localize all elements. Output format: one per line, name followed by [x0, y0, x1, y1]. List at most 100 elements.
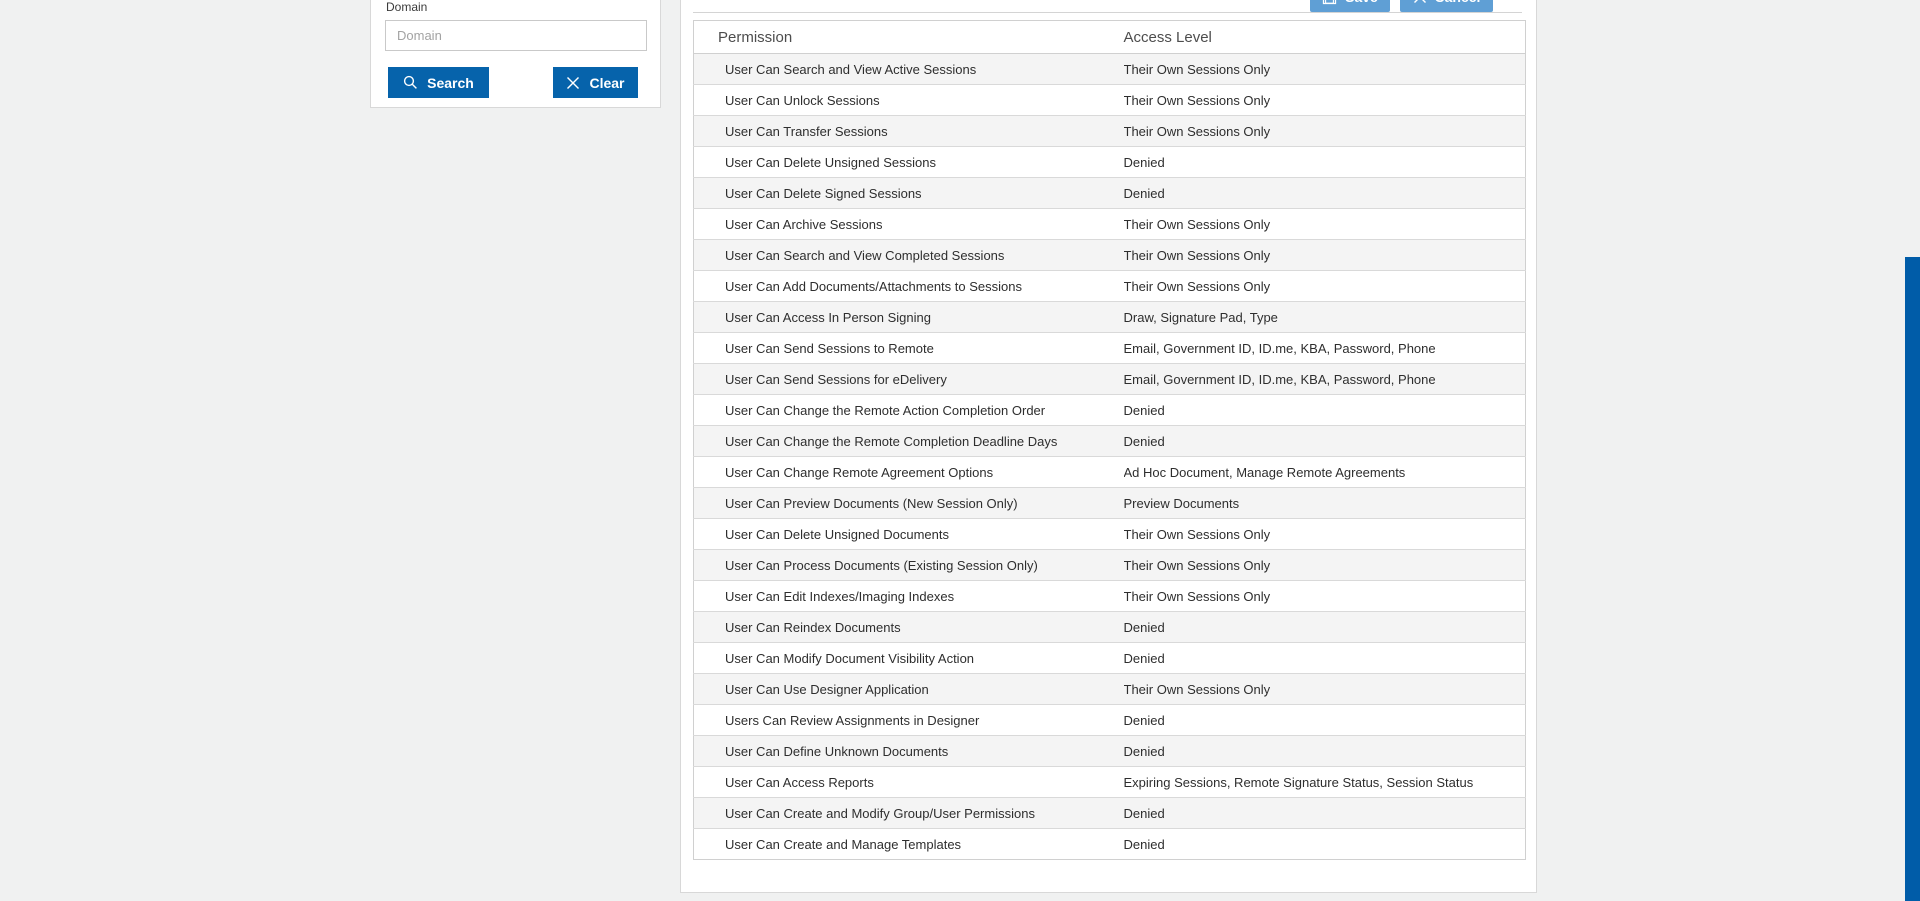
cancel-button-label: Cancel: [1435, 0, 1481, 5]
table-body: User Can Search and View Active Sessions…: [693, 53, 1526, 860]
access-level-cell: Their Own Sessions Only: [1123, 92, 1271, 108]
table-row[interactable]: User Can Process Documents (Existing Ses…: [693, 549, 1526, 581]
domain-input[interactable]: [385, 20, 647, 51]
table-row[interactable]: Users Can Review Assignments in Designer…: [693, 704, 1526, 736]
permission-cell: User Can Create and Modify Group/User Pe…: [725, 805, 1035, 821]
domain-filter-panel: Domain Search Clear: [370, 0, 661, 108]
permission-cell: User Can Unlock Sessions: [725, 92, 880, 108]
table-row[interactable]: User Can Delete Unsigned Documents Their…: [693, 518, 1526, 550]
access-level-cell: Their Own Sessions Only: [1123, 216, 1271, 232]
table-row[interactable]: User Can Transfer Sessions Their Own Ses…: [693, 115, 1526, 147]
save-button[interactable]: Save: [1310, 0, 1390, 12]
access-level-cell: Their Own Sessions Only: [1123, 681, 1271, 697]
table-header-row: Permission Access Level: [693, 20, 1526, 54]
permission-cell: User Can Change the Remote Action Comple…: [725, 402, 1046, 418]
table-row[interactable]: User Can Change the Remote Action Comple…: [693, 394, 1526, 426]
access-level-cell: Email, Government ID, ID.me, KBA, Passwo…: [1123, 371, 1436, 387]
clear-button-label: Clear: [589, 74, 625, 91]
access-level-cell: Denied: [1123, 433, 1165, 449]
permission-cell: User Can Search and View Completed Sessi…: [725, 247, 1005, 263]
cancel-x-icon: [1413, 0, 1427, 4]
table-row[interactable]: User Can Reindex Documents Denied: [693, 611, 1526, 643]
permission-cell: User Can Send Sessions to Remote: [725, 340, 934, 356]
access-level-cell: Expiring Sessions, Remote Signature Stat…: [1123, 774, 1474, 790]
access-level-cell: Draw, Signature Pad, Type: [1123, 309, 1278, 325]
table-row[interactable]: User Can Add Documents/Attachments to Se…: [693, 270, 1526, 302]
permission-cell: User Can Process Documents (Existing Ses…: [725, 557, 1038, 573]
permission-cell: User Can Access In Person Signing: [725, 309, 931, 325]
access-level-cell: Denied: [1123, 743, 1165, 759]
permissions-table: Permission Access Level User Can Search …: [693, 20, 1526, 860]
table-row[interactable]: User Can Delete Unsigned Sessions Denied: [693, 146, 1526, 178]
table-row[interactable]: User Can Search and View Active Sessions…: [693, 53, 1526, 85]
search-icon: [403, 75, 418, 90]
permission-cell: User Can Send Sessions for eDelivery: [725, 371, 947, 387]
save-floppy-icon: [1322, 0, 1337, 5]
permission-cell: User Can Reindex Documents: [725, 619, 901, 635]
access-level-cell: Their Own Sessions Only: [1123, 123, 1271, 139]
permission-cell: User Can Create and Manage Templates: [725, 836, 962, 852]
clear-x-icon: [566, 76, 580, 90]
permission-cell: User Can Modify Document Visibility Acti…: [725, 650, 975, 666]
access-level-cell: Denied: [1123, 712, 1165, 728]
table-row[interactable]: User Can Change Remote Agreement Options…: [693, 456, 1526, 488]
access-level-cell: Denied: [1123, 154, 1165, 170]
permission-cell: User Can Add Documents/Attachments to Se…: [725, 278, 1022, 294]
table-row[interactable]: User Can Access Reports Expiring Session…: [693, 766, 1526, 798]
access-level-cell: Denied: [1123, 402, 1165, 418]
table-row[interactable]: User Can Change the Remote Completion De…: [693, 425, 1526, 457]
clear-button[interactable]: Clear: [553, 67, 638, 98]
save-button-label: Save: [1345, 0, 1378, 5]
table-row[interactable]: User Can Send Sessions for eDelivery Ema…: [693, 363, 1526, 395]
search-button-label: Search: [427, 74, 474, 91]
access-level-cell: Their Own Sessions Only: [1123, 61, 1271, 77]
column-header-permission: Permission: [693, 20, 1124, 54]
domain-label: Domain: [386, 0, 428, 14]
access-level-cell: Preview Documents: [1123, 495, 1240, 511]
column-header-access-level: Access Level: [1123, 20, 1526, 54]
table-row[interactable]: User Can Search and View Completed Sessi…: [693, 239, 1526, 271]
scrollbar-thumb[interactable]: [1905, 257, 1920, 901]
access-level-cell: Denied: [1123, 650, 1165, 666]
table-row[interactable]: User Can Preview Documents (New Session …: [693, 487, 1526, 519]
cancel-button[interactable]: Cancel: [1400, 0, 1493, 12]
permissions-panel: Save Cancel Permission Access Level User…: [680, 0, 1537, 893]
permission-cell: User Can Delete Unsigned Documents: [725, 526, 949, 542]
table-row[interactable]: User Can Create and Modify Group/User Pe…: [693, 797, 1526, 829]
permission-cell: User Can Archive Sessions: [725, 216, 883, 232]
search-button[interactable]: Search: [388, 67, 489, 98]
table-row[interactable]: User Can Define Unknown Documents Denied: [693, 735, 1526, 767]
table-row[interactable]: User Can Unlock Sessions Their Own Sessi…: [693, 84, 1526, 116]
permission-cell: User Can Delete Signed Sessions: [725, 185, 922, 201]
table-row[interactable]: User Can Modify Document Visibility Acti…: [693, 642, 1526, 674]
access-level-cell: Denied: [1123, 619, 1165, 635]
access-level-cell: Email, Government ID, ID.me, KBA, Passwo…: [1123, 340, 1436, 356]
permission-cell: User Can Use Designer Application: [725, 681, 929, 697]
table-row[interactable]: User Can Use Designer Application Their …: [693, 673, 1526, 705]
permission-cell: User Can Define Unknown Documents: [725, 743, 949, 759]
access-level-cell: Their Own Sessions Only: [1123, 247, 1271, 263]
table-row[interactable]: User Can Edit Indexes/Imaging Indexes Th…: [693, 580, 1526, 612]
permission-cell: Users Can Review Assignments in Designer: [725, 712, 980, 728]
permission-cell: User Can Change Remote Agreement Options: [725, 464, 994, 480]
permission-cell: User Can Change the Remote Completion De…: [725, 433, 1058, 449]
permission-cell: User Can Edit Indexes/Imaging Indexes: [725, 588, 955, 604]
table-row[interactable]: User Can Access In Person Signing Draw, …: [693, 301, 1526, 333]
permission-cell: User Can Delete Unsigned Sessions: [725, 154, 936, 170]
table-row[interactable]: User Can Archive Sessions Their Own Sess…: [693, 208, 1526, 240]
access-level-cell: Ad Hoc Document, Manage Remote Agreement…: [1123, 464, 1406, 480]
access-level-cell: Their Own Sessions Only: [1123, 588, 1271, 604]
access-level-cell: Their Own Sessions Only: [1123, 557, 1271, 573]
permission-cell: User Can Transfer Sessions: [725, 123, 888, 139]
access-level-cell: Denied: [1123, 836, 1165, 852]
table-row[interactable]: User Can Create and Manage Templates Den…: [693, 828, 1526, 860]
access-level-cell: Their Own Sessions Only: [1123, 526, 1271, 542]
permission-cell: User Can Search and View Active Sessions: [725, 61, 977, 77]
toolbar-separator: [693, 12, 1522, 13]
access-level-cell: Denied: [1123, 185, 1165, 201]
access-level-cell: Denied: [1123, 805, 1165, 821]
permission-cell: User Can Access Reports: [725, 774, 874, 790]
table-row[interactable]: User Can Send Sessions to Remote Email, …: [693, 332, 1526, 364]
access-level-cell: Their Own Sessions Only: [1123, 278, 1271, 294]
table-row[interactable]: User Can Delete Signed Sessions Denied: [693, 177, 1526, 209]
